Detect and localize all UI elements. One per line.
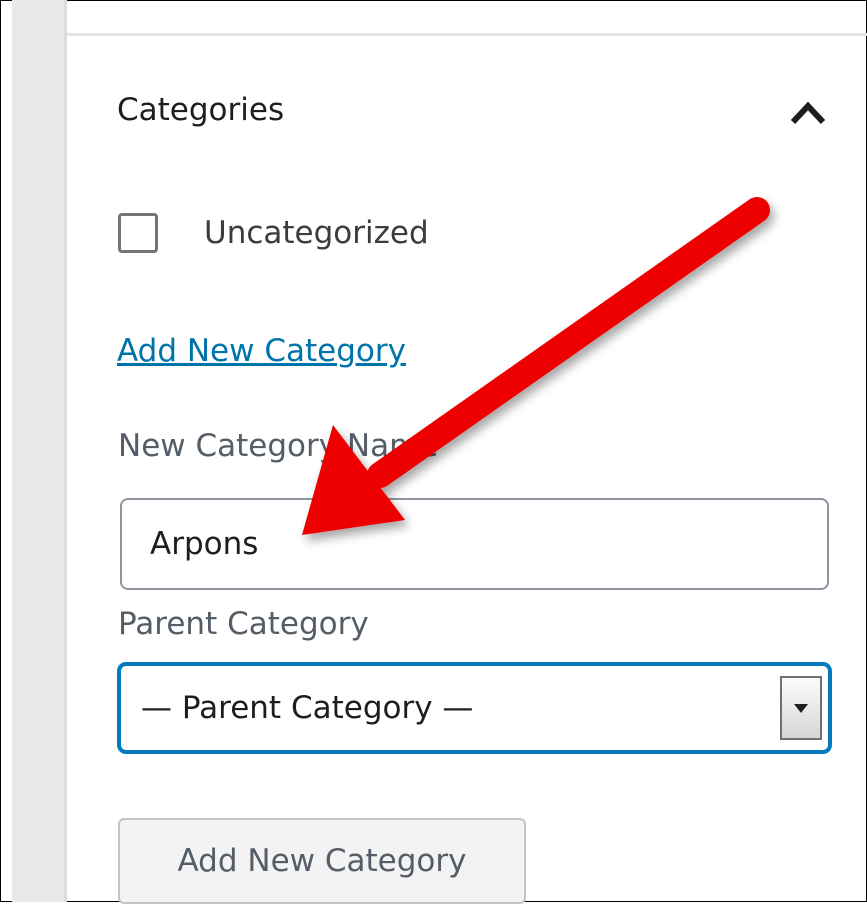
panel-top-divider: [67, 33, 867, 36]
category-label: Uncategorized: [204, 215, 429, 251]
add-new-category-link[interactable]: Add New Category: [117, 333, 406, 369]
chevron-up-icon: [790, 101, 826, 125]
parent-category-select[interactable]: — Parent Category —: [118, 663, 831, 753]
parent-category-label: Parent Category: [118, 606, 369, 642]
caret-down-icon: [794, 704, 808, 713]
editor-sidebar-gutter: [12, 0, 64, 902]
dropdown-toggle[interactable]: [780, 676, 822, 740]
categories-panel-title: Categories: [117, 92, 285, 128]
category-checkbox[interactable]: [118, 213, 158, 253]
gutter-divider: [64, 0, 67, 902]
parent-category-selected-value: — Parent Category —: [141, 690, 474, 726]
new-category-name-label: New Category Name: [118, 428, 439, 464]
add-new-category-button[interactable]: Add New Category: [118, 818, 526, 904]
new-category-name-input[interactable]: [120, 498, 829, 590]
panel-collapse-button[interactable]: [788, 92, 828, 132]
